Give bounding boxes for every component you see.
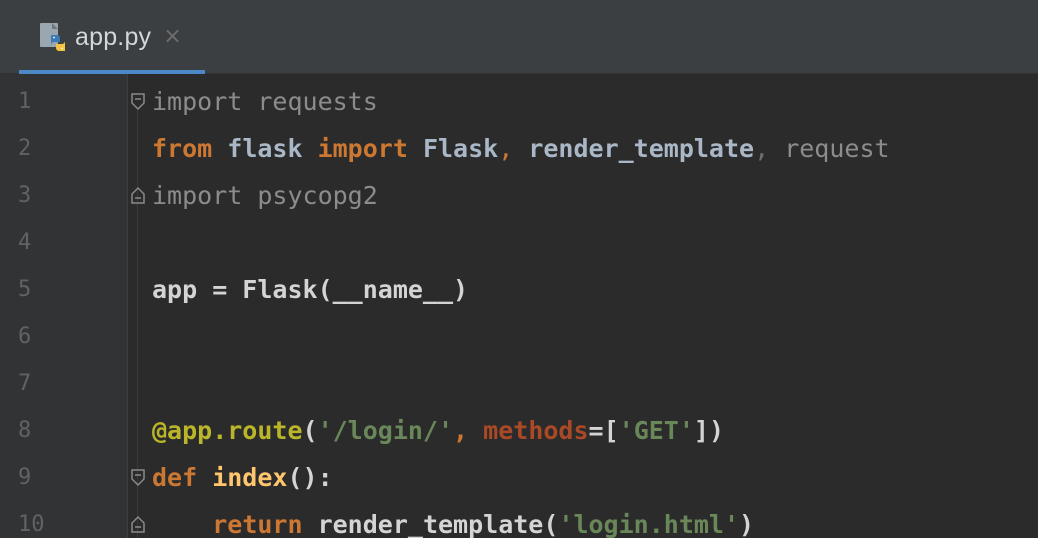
keyword: def — [152, 463, 198, 492]
code-line-9[interactable]: def index(): — [152, 454, 333, 501]
keyword: from — [152, 134, 213, 163]
line-number: 7 — [18, 371, 32, 396]
code-text: flask — [212, 134, 318, 163]
punctuation: , — [498, 134, 514, 163]
fold-marker-icon[interactable] — [128, 501, 148, 538]
line-number: 10 — [18, 512, 45, 537]
keyword: import — [317, 134, 408, 163]
parameter-name: methods — [468, 416, 589, 445]
line-number: 6 — [18, 324, 32, 349]
fold-marker-icon[interactable] — [128, 172, 148, 219]
tab-app-py[interactable]: app.py × — [19, 0, 205, 74]
fold-marker-icon[interactable] — [128, 78, 148, 125]
code-line-10[interactable]: return render_template('login.html') — [152, 501, 754, 538]
code-text: psycopg2 — [242, 181, 378, 210]
close-icon[interactable]: × — [163, 26, 181, 48]
line-number: 9 — [18, 465, 32, 490]
keyword: return — [212, 510, 303, 538]
code-line-8[interactable]: @app.route('/login/', methods=['GET']) — [152, 407, 724, 454]
string-literal: '/login/' — [317, 416, 454, 445]
punctuation: , — [754, 134, 770, 163]
keyword: import — [152, 87, 243, 116]
code-text: requests — [242, 87, 378, 116]
string-literal: 'login.html' — [558, 510, 740, 538]
punctuation: ( — [302, 416, 318, 445]
line-number-gutter: 1 2 3 4 5 6 7 8 9 10 — [0, 74, 128, 538]
code-text: render_template( — [302, 510, 559, 538]
line-number: 5 — [18, 277, 32, 302]
string-literal: 'GET' — [618, 416, 694, 445]
line-number: 8 — [18, 418, 32, 443]
tab-bar: app.py × — [0, 0, 1038, 74]
code-line-3[interactable]: import psycopg2 — [152, 172, 378, 219]
fold-marker-icon[interactable] — [128, 454, 148, 501]
function-name: index — [197, 463, 288, 492]
code-line-1[interactable]: import requests — [152, 78, 378, 125]
line-number: 2 — [18, 136, 32, 161]
line-number: 1 — [18, 89, 32, 114]
line-number: 3 — [18, 183, 32, 208]
tab-label: app.py — [75, 22, 152, 51]
editor-window: app.py × 1 2 3 4 5 6 7 8 9 10 import req… — [0, 0, 1038, 538]
code-text: request — [769, 134, 890, 163]
code-line-2[interactable]: from flask import Flask, render_template… — [152, 125, 890, 172]
code-line-5[interactable]: app = Flask(__name__) — [152, 266, 468, 313]
code-text: Flask — [407, 134, 499, 163]
python-file-icon — [37, 22, 67, 52]
punctuation: ]) — [693, 416, 725, 445]
decorator: @app.route — [152, 416, 303, 445]
keyword: import — [152, 181, 243, 210]
code-text: app = Flask(__name__) — [152, 275, 469, 304]
punctuation: =[ — [588, 416, 619, 445]
punctuation: ) — [739, 510, 755, 538]
line-number: 4 — [18, 230, 32, 255]
punctuation: , — [453, 416, 469, 445]
punctuation: (): — [287, 463, 333, 492]
code-text: render_template — [513, 134, 755, 163]
